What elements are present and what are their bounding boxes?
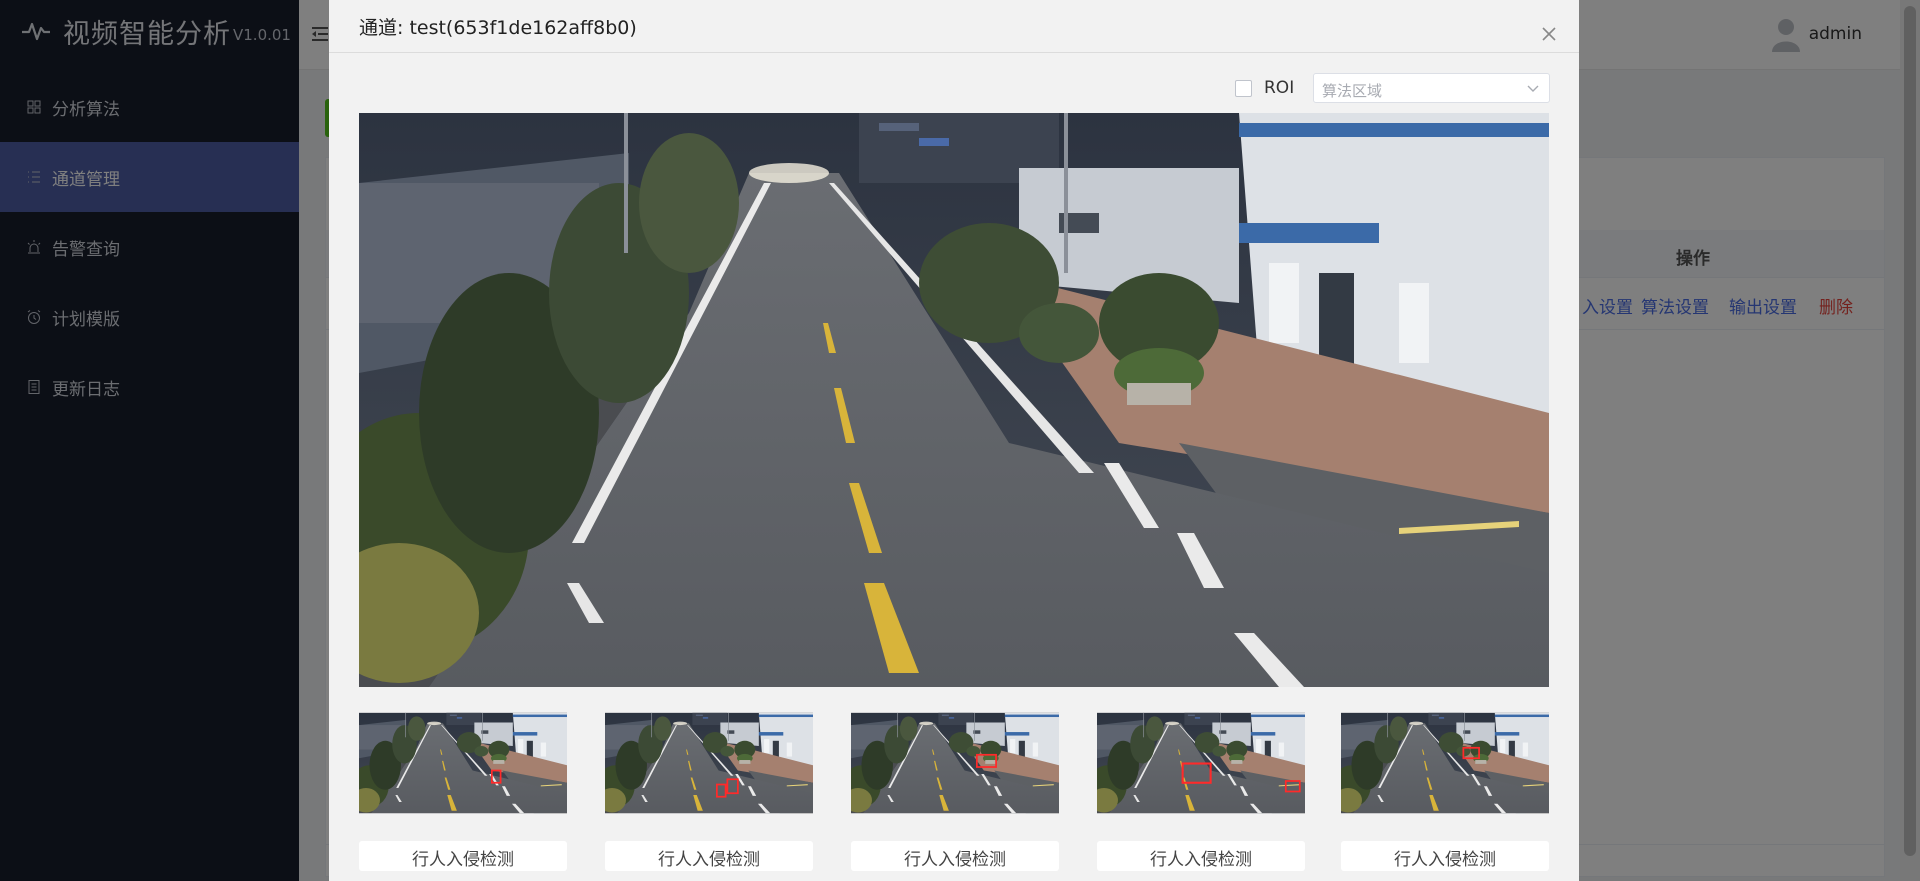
thumbnail-card: 行人入侵检测: [605, 705, 813, 871]
thumbnail-label[interactable]: 行人入侵检测: [1097, 841, 1305, 871]
thumbnail-card: 行人入侵检测: [1341, 705, 1549, 871]
close-icon[interactable]: [1541, 26, 1557, 42]
algorithm-area-select[interactable]: 算法区域: [1313, 73, 1550, 103]
thumbnail-image[interactable]: [1341, 705, 1549, 821]
roi-label: ROI: [1264, 78, 1295, 98]
dialog-title: 通道: test(653f1de162aff8b0): [359, 17, 637, 39]
thumbnail-image[interactable]: [851, 705, 1059, 821]
thumbnail-label[interactable]: 行人入侵检测: [1341, 841, 1549, 871]
thumbnail-card: 行人入侵检测: [851, 705, 1059, 871]
thumbnail-image[interactable]: [359, 705, 567, 821]
dialog-toolbar: ROI 算法区域: [329, 70, 1579, 106]
roi-checkbox[interactable]: ROI: [1235, 78, 1294, 98]
thumbnail-image[interactable]: [1097, 705, 1305, 821]
thumbnail-label[interactable]: 行人入侵检测: [851, 841, 1059, 871]
camera-image: [359, 113, 1549, 687]
checkbox-box[interactable]: [1235, 79, 1252, 97]
thumbnail-image[interactable]: [605, 705, 813, 821]
chevron-down-icon: [1527, 85, 1539, 92]
channel-preview-dialog: 通道: test(653f1de162aff8b0) ROI 算法区域 行人入侵…: [329, 0, 1579, 881]
thumbnail-label[interactable]: 行人入侵检测: [359, 841, 567, 871]
thumbnail-card: 行人入侵检测: [1097, 705, 1305, 871]
dialog-header: 通道: test(653f1de162aff8b0): [329, 0, 1579, 53]
thumbnail-label[interactable]: 行人入侵检测: [605, 841, 813, 871]
detection-thumbnails: 行人入侵检测 行人入侵检测 行人入侵检测 行人入侵检测 行人入侵检测: [359, 705, 1549, 875]
select-placeholder: 算法区域: [1322, 82, 1383, 100]
camera-frame[interactable]: [359, 113, 1549, 687]
thumbnail-card: 行人入侵检测: [359, 705, 567, 871]
